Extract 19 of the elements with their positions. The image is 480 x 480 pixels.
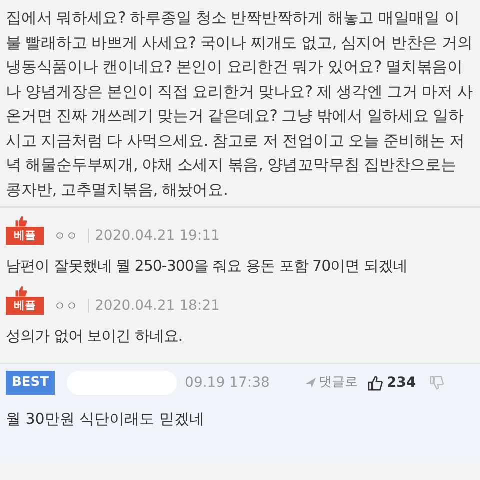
best-badge: BEST xyxy=(6,371,56,395)
comment-text: 성의가 없어 보이긴 하네요. xyxy=(6,326,184,346)
post-text: 집에서 뭐하세요? 하루종일 청소 반짝반짝하게 해놓고 매일매일 이불 빨래하고 바쁘게 사세요? 국이나 찌개도 없고, 심지어 반찬은 거의 냉동식품이나 캔이네요? 본인이 요리한건 뭐가 있어요? 멸치볶음이나 양념게장은 본인이 직접 요리한거 맞나요? 제 생각엔 그거 마저 사온거면 진짜 개쓰레기 맞는거 같은데요? 그냥 밖에서 일하세요 일하시고 지금처럼 다 사먹으세요. 참고로 저 전업이고 오늘 준비해논 저녁 해물순두부찌개, 야채 소세지 볶음, 양념꼬막무침 집반찬으로는 콩자반, 고추멸치볶음, 해놨어요. xyxy=(6,8,474,200)
thumbs-down-icon xyxy=(430,376,444,390)
comment-time: 09.19 17:38 xyxy=(185,374,270,392)
dislike-button[interactable] xyxy=(430,376,444,390)
best-reply-badge: 베플 xyxy=(6,296,44,314)
like-button[interactable]: 234 xyxy=(368,372,416,394)
comment-text: 남편이 잘못했네 뭘 250-300을 줘요 용돈 포함 70이면 되겠네 xyxy=(6,256,408,277)
thumbs-up-icon xyxy=(14,286,28,296)
comment-text: 월 30만원 식단이래도 믿겠네 xyxy=(6,409,206,430)
best-reply-badge: 베플 xyxy=(6,227,44,245)
comment-author: ㅇㅇ xyxy=(54,228,78,245)
thumbs-up-icon xyxy=(14,216,28,227)
send-arrow-icon xyxy=(306,378,316,388)
comment-date: 2020.04.21 18:21 xyxy=(95,296,220,314)
comment-author: ㅇㅇ xyxy=(54,298,78,314)
comment-date: 2020.04.21 19:11 xyxy=(95,227,220,245)
thumbs-up-icon xyxy=(368,376,383,390)
